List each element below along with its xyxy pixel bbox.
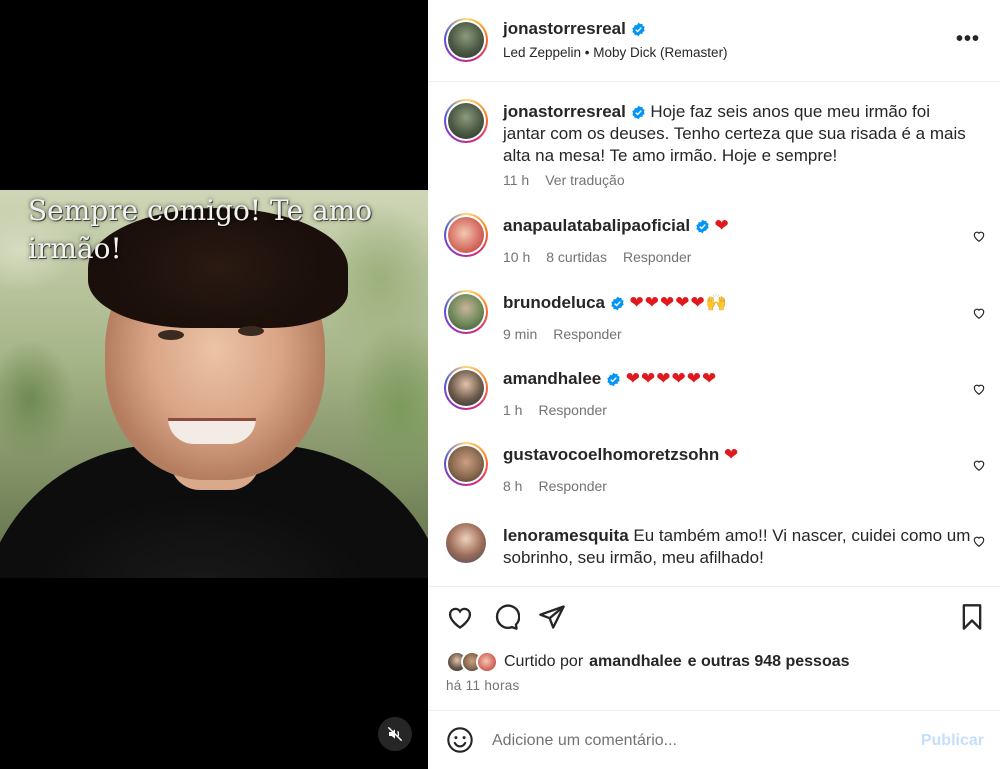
post-photo: Sempre comigo! Te amo irmão! xyxy=(0,190,428,578)
post-media[interactable]: Sempre comigo! Te amo irmão! xyxy=(0,0,428,769)
comment-text-block: anapaulatabalipaoficial ❤ xyxy=(503,215,973,237)
post-side-panel: jonastorresreal Led Zeppelin • Moby Dick… xyxy=(428,0,1000,769)
comment-text-block: brunodeluca ❤❤❤❤❤🙌 xyxy=(503,292,973,314)
comment-meta: 1 h Responder xyxy=(503,402,607,418)
caption-author-avatar[interactable] xyxy=(444,99,488,143)
comment-input[interactable] xyxy=(492,728,892,754)
comment-bubble-icon[interactable] xyxy=(492,603,520,631)
more-options-button[interactable]: ••• xyxy=(956,28,980,51)
verified-badge-icon xyxy=(611,296,624,311)
publish-button[interactable]: Publicar xyxy=(921,732,984,750)
comment-meta: 9 min Responder xyxy=(503,326,622,342)
save-bookmark-icon[interactable] xyxy=(958,603,986,631)
add-comment-bar: Publicar xyxy=(428,710,1000,769)
author-username[interactable]: jonastorresreal xyxy=(503,19,626,39)
like-comment-heart-icon[interactable] xyxy=(972,534,986,548)
commenter-avatar[interactable] xyxy=(444,290,488,334)
liked-by-avatars[interactable] xyxy=(446,651,498,673)
like-heart-icon[interactable] xyxy=(446,603,474,631)
liked-by-summary: Curtido por amandhalee e outras 948 pess… xyxy=(446,651,850,673)
author-avatar[interactable] xyxy=(444,18,488,62)
commenter-avatar[interactable] xyxy=(446,523,486,563)
commenter-avatar[interactable] xyxy=(444,366,488,410)
comments-list[interactable]: jonastorresreal Hoje faz seis anos que m… xyxy=(428,83,1000,586)
caption-text-block: jonastorresreal Hoje faz seis anos que m… xyxy=(503,101,973,167)
liked-by-prefix: Curtido por xyxy=(504,653,584,670)
liked-by-suffix[interactable]: e outras 948 pessoas xyxy=(688,653,850,671)
post-header: jonastorresreal Led Zeppelin • Moby Dick… xyxy=(428,0,1000,82)
author-username-row: jonastorresreal xyxy=(503,19,646,39)
verified-badge-icon xyxy=(631,105,645,120)
see-translation-link[interactable]: Ver tradução xyxy=(545,172,624,188)
comment-time[interactable]: 1 h xyxy=(503,402,522,418)
comment-likes-count[interactable]: 8 curtidas xyxy=(546,249,607,265)
comment-username[interactable]: amandhalee xyxy=(503,369,601,388)
caption-time[interactable]: 11 h xyxy=(503,172,529,188)
speaker-muted-icon xyxy=(387,726,403,742)
like-comment-heart-icon[interactable] xyxy=(972,306,986,320)
comment-time[interactable]: 9 min xyxy=(503,326,537,342)
comment-username[interactable]: gustavocoelhomoretzsohn xyxy=(503,445,719,464)
audio-track[interactable]: Led Zeppelin • Moby Dick (Remaster) xyxy=(503,45,728,60)
reply-button[interactable]: Responder xyxy=(538,478,607,494)
reply-button[interactable]: Responder xyxy=(553,326,622,342)
post-actions: Curtido por amandhalee e outras 948 pess… xyxy=(428,586,1000,710)
commenter-avatar[interactable] xyxy=(444,213,488,257)
like-comment-heart-icon[interactable] xyxy=(972,382,986,396)
comment-username[interactable]: lenoramesquita xyxy=(503,526,629,545)
post-time-ago[interactable]: há 11 horas xyxy=(446,678,520,693)
comment-time[interactable]: 10 h xyxy=(503,249,530,265)
photo-eye-left xyxy=(158,330,184,340)
comment-text: ❤❤❤❤❤🙌 xyxy=(629,293,728,313)
comment-meta: 8 h Responder xyxy=(503,478,607,494)
comment-text-block: amandhalee ❤❤❤❤❤❤ xyxy=(503,368,973,390)
liked-by-user[interactable]: amandhalee xyxy=(589,653,681,671)
caption-meta: 11 h Ver tradução xyxy=(503,172,625,188)
mute-button[interactable] xyxy=(378,717,412,751)
reply-button[interactable]: Responder xyxy=(538,402,607,418)
verified-badge-icon xyxy=(696,219,709,234)
share-paper-plane-icon[interactable] xyxy=(538,603,566,631)
comment-meta: 10 h 8 curtidas Responder xyxy=(503,249,691,265)
comment-username[interactable]: brunodeluca xyxy=(503,293,605,312)
commenter-avatar[interactable] xyxy=(444,442,488,486)
emoji-smiley-icon[interactable] xyxy=(446,726,474,754)
comment-text: ❤❤❤❤❤❤ xyxy=(625,369,718,389)
comment-time[interactable]: 8 h xyxy=(503,478,522,494)
like-comment-heart-icon[interactable] xyxy=(972,458,986,472)
like-comment-heart-icon[interactable] xyxy=(972,229,986,243)
verified-badge-icon xyxy=(632,22,645,36)
comment-text-block: lenoramesquita Eu também amo!! Vi nascer… xyxy=(503,525,973,569)
comment-text: ❤ xyxy=(724,445,740,465)
comment-username[interactable]: anapaulatabalipaoficial xyxy=(503,216,690,235)
verified-badge-icon xyxy=(607,372,620,387)
comment-text: ❤ xyxy=(714,216,730,236)
photo-eye-right xyxy=(238,326,264,336)
reply-button[interactable]: Responder xyxy=(623,249,692,265)
media-caption-overlay: Sempre comigo! Te amo irmão! xyxy=(28,194,373,265)
post-modal: Sempre comigo! Te amo irmão! jonastorres… xyxy=(0,0,1000,769)
caption-username[interactable]: jonastorresreal xyxy=(503,102,626,121)
comment-text-block: gustavocoelhomoretzsohn ❤ xyxy=(503,444,973,466)
photo-smile xyxy=(168,418,256,444)
